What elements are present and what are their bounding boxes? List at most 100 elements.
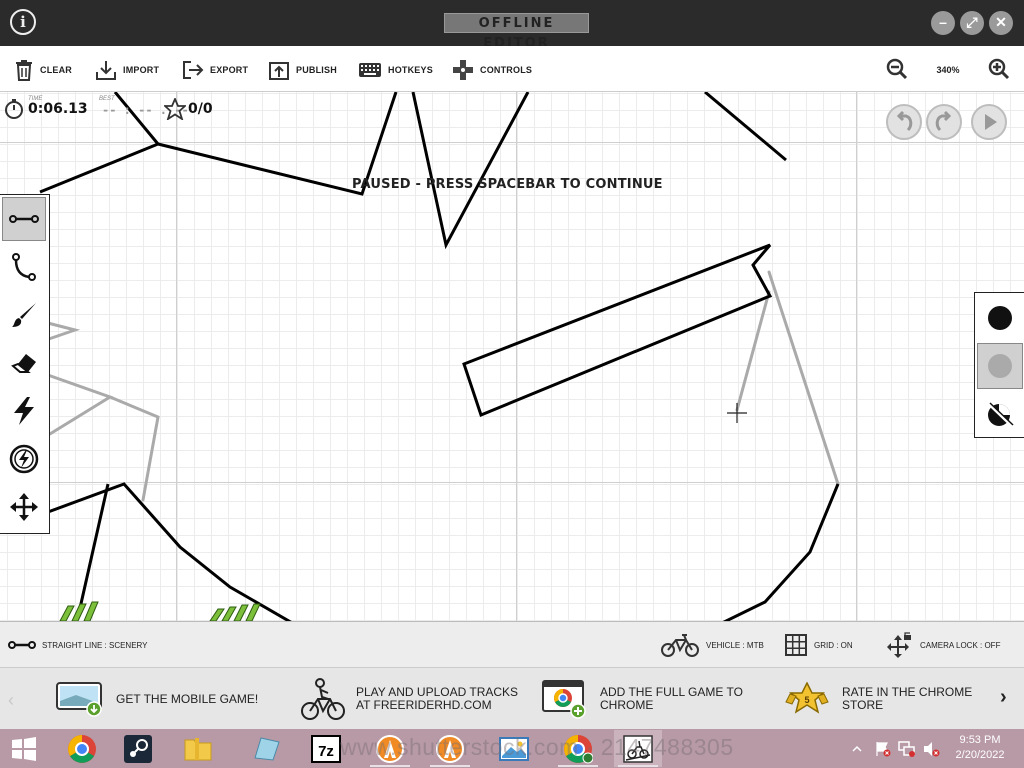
taskbar-steam[interactable] [114, 730, 162, 767]
star-icon [164, 98, 186, 120]
controls-label: CONTROLS [480, 65, 533, 75]
close-button[interactable]: ✕ [989, 11, 1013, 35]
erase-filter-swatch[interactable] [977, 391, 1023, 437]
app-window-icon [254, 736, 280, 761]
redo-button[interactable] [926, 104, 962, 140]
tool-powerups[interactable] [2, 389, 46, 433]
hotkeys-label: HOTKEYS [388, 65, 433, 75]
promo-next-arrow[interactable]: › [1000, 686, 1007, 709]
grey-circle-icon [988, 354, 1012, 378]
steam-icon [124, 734, 152, 763]
camera-lock-icon [887, 632, 911, 658]
physics-line-swatch[interactable] [977, 295, 1023, 341]
publish-button[interactable]: PUBLISH [268, 58, 337, 82]
scenery-line-swatch[interactable] [977, 343, 1023, 389]
7zip-label: 7z [318, 743, 334, 760]
stock-watermark: www.shutterstock.com · 2147488305 [340, 734, 734, 760]
promo-chrome-text: ADD THE FULL GAME TO CHROME [600, 686, 743, 712]
time-value: 0:06.13 [28, 101, 88, 117]
undo-button[interactable] [886, 104, 922, 140]
promo-upload-line1: PLAY AND UPLOAD TRACKS [356, 685, 519, 699]
controls-button[interactable]: CONTROLS [452, 58, 532, 82]
stopwatch-icon [5, 99, 23, 119]
taskbar-app-blue[interactable] [242, 730, 290, 767]
rating-badge-text: 5 [804, 695, 809, 705]
play-button[interactable] [971, 104, 1007, 140]
track-lines [38, 92, 840, 621]
promo-rate-text: RATE IN THE CHROME STORE [842, 686, 972, 712]
bike-icon [661, 634, 699, 657]
trash-icon [16, 60, 32, 81]
line-type-palette [974, 292, 1024, 438]
black-circle-icon [988, 306, 1012, 330]
promo-chrome-line2: CHROME [600, 698, 654, 712]
export-icon [183, 61, 204, 79]
grid-label: GRID : ON [814, 640, 853, 650]
import-button[interactable]: IMPORT [95, 58, 159, 82]
play-icon [985, 114, 997, 130]
publish-label: PUBLISH [296, 65, 337, 75]
promo-mobile-text: GET THE MOBILE GAME! [116, 691, 259, 706]
start-button[interactable] [0, 730, 48, 767]
7zip-icon: 7z [311, 734, 341, 763]
chrome-store-icon [542, 680, 586, 719]
promo-rate[interactable]: 5 RATE IN THE CHROME STORE [782, 676, 972, 722]
brush-icon [12, 303, 36, 327]
title-bar: i OFFLINE EDITOR – ⤢ ✕ [0, 0, 1024, 51]
track-canvas[interactable] [0, 92, 1024, 621]
zoom-out-icon [886, 58, 908, 80]
tool-brush[interactable] [2, 293, 46, 337]
tray-volume-muted-icon[interactable] [922, 741, 940, 757]
zoom-level: 340% [936, 65, 960, 75]
tray-flag-icon[interactable] [875, 741, 891, 757]
maximize-button[interactable]: ⤢ [960, 11, 984, 35]
taskbar-file-explorer[interactable] [174, 730, 222, 767]
undo-icon [896, 110, 913, 132]
promo-mobile[interactable]: GET THE MOBILE GAME! [56, 676, 258, 722]
star-count: 0/0 [188, 101, 213, 117]
hotkeys-button[interactable]: HOTKEYS [358, 58, 433, 82]
tool-curve[interactable] [2, 245, 46, 289]
current-tool-label: STRAIGHT LINE : SCENERY [42, 640, 148, 650]
promo-prev-arrow[interactable]: ‹ [8, 690, 14, 711]
grid-toggle[interactable]: GRID : ON [784, 632, 853, 658]
clock-time: 9:53 PM [959, 734, 1001, 746]
redo-icon [935, 110, 952, 132]
vehicle-selector[interactable]: VEHICLE : MTB [660, 632, 764, 658]
taskbar-chrome[interactable] [58, 730, 106, 767]
rider-icon [301, 678, 345, 720]
import-icon [96, 61, 116, 80]
promo-chrome[interactable]: ADD THE FULL GAME TO CHROME [542, 676, 743, 722]
clear-button[interactable]: CLEAR [14, 58, 72, 82]
tray-chevron-up-icon[interactable] [852, 745, 862, 753]
tool-camera[interactable] [2, 485, 46, 529]
tool-special-powerups[interactable] [2, 437, 46, 481]
tool-straight-line[interactable] [2, 197, 46, 241]
timer: TIME 0:06.13 [4, 96, 94, 122]
publish-icon [269, 62, 289, 80]
export-button[interactable]: EXPORT [182, 58, 248, 82]
promo-upload[interactable]: PLAY AND UPLOAD TRACKS AT FREERIDERHD.COM [300, 676, 518, 722]
dpad-icon [453, 60, 473, 80]
zoom-out-button[interactable] [886, 58, 908, 85]
promo-bar: ‹ GET THE MOBILE GAME! PLAY AND UPLOAD T… [0, 667, 1024, 729]
lightning-icon [14, 397, 34, 425]
promo-rate-line2: STORE [842, 698, 884, 712]
info-icon[interactable]: i [10, 9, 36, 35]
line-icon [8, 641, 36, 649]
rating-star-icon: 5 [785, 682, 829, 714]
minimize-button[interactable]: – [931, 11, 955, 35]
mobile-game-icon [56, 682, 102, 717]
tool-eraser[interactable] [2, 341, 46, 385]
taskbar-clock[interactable]: 9:53 PM 2/20/2022 [948, 733, 1012, 763]
camera-lock-toggle[interactable]: CAMERA LOCK : OFF [886, 632, 1000, 658]
best-label: BEST [99, 96, 115, 102]
tray-network-icon[interactable] [898, 741, 916, 757]
circle-lightning-icon [9, 444, 39, 474]
current-tool-status: STRAIGHT LINE : SCENERY [8, 632, 148, 658]
status-bar: STRAIGHT LINE : SCENERY VEHICLE : MTB GR… [0, 621, 1024, 667]
line-icon [9, 215, 39, 223]
move-icon [10, 493, 38, 521]
clock-date: 2/20/2022 [955, 749, 1005, 761]
zoom-in-button[interactable] [988, 58, 1010, 85]
